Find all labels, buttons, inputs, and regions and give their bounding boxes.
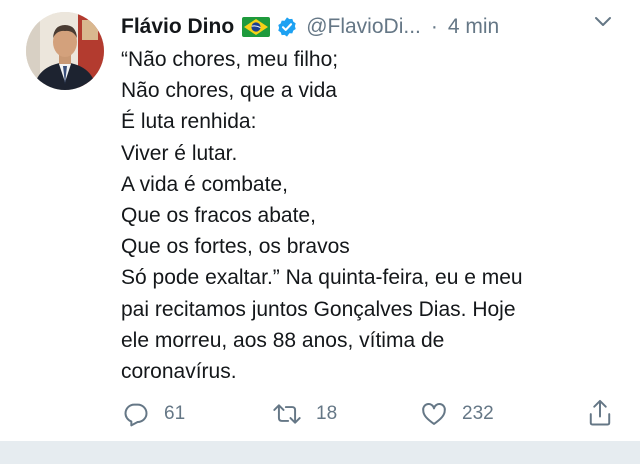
tweet-text: “Não chores, meu filho; Não chores, que … (121, 44, 621, 387)
retweet-button[interactable]: 18 (272, 400, 337, 428)
tweet-text-line: “Não chores, meu filho; (121, 48, 339, 71)
tweet-text-line: Só pode exaltar.” Na quinta-feira, eu e … (121, 266, 523, 290)
tweet-text-line: ele morreu, aos 88 anos, vítima de (121, 328, 445, 352)
avatar[interactable] (26, 12, 104, 90)
like-button[interactable]: 232 (420, 400, 494, 428)
tweet-text-line: Viver é lutar. (121, 141, 238, 165)
heart-icon (420, 400, 448, 428)
separator-dot: · (430, 15, 438, 38)
tweet-text-line: pai recitamos juntos Gonçalves Dias. Hoj… (121, 297, 516, 321)
verified-badge-icon (276, 16, 298, 38)
timeline-divider (0, 441, 640, 464)
tweet-text-line: coronavírus. (121, 360, 237, 384)
tweet-text-line: Não chores, que a vida (121, 79, 337, 103)
tweet-header: Flávio Dino @FlavioDi... · 4 min (121, 10, 640, 44)
timestamp[interactable]: 4 min (448, 15, 499, 39)
share-button[interactable] (586, 398, 614, 428)
like-count: 232 (462, 403, 494, 424)
tweet-actions: 61 18 232 (0, 396, 640, 432)
tweet-text-line: É luta renhida: (121, 110, 257, 134)
author-name[interactable]: Flávio Dino (121, 15, 234, 39)
reply-button[interactable]: 61 (122, 400, 185, 428)
author-handle[interactable]: @FlavioDi... (306, 15, 421, 39)
tweet-text-line: A vida é combate, (121, 172, 288, 196)
reply-count: 61 (164, 403, 186, 424)
avatar-photo (26, 12, 104, 90)
tweet[interactable]: Flávio Dino @FlavioDi... · 4 min “Não ch… (0, 0, 640, 440)
chevron-down-icon[interactable] (592, 5, 614, 39)
share-icon (586, 398, 614, 428)
tweet-text-line: Que os fracos abate, (121, 204, 316, 228)
reply-icon (122, 400, 150, 428)
tweet-text-line: Que os fortes, os bravos (121, 235, 350, 259)
retweet-count: 18 (316, 403, 338, 424)
retweet-icon (272, 400, 302, 428)
brazil-flag-icon (242, 17, 271, 37)
